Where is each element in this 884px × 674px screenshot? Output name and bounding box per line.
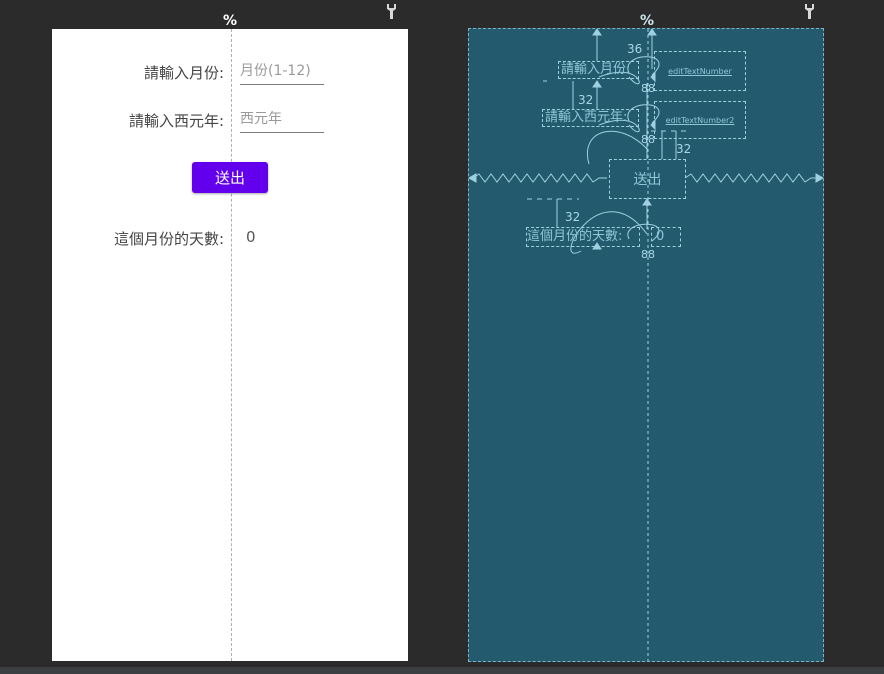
vertical-guideline[interactable] <box>231 29 232 661</box>
margin-label: 36 <box>627 42 643 56</box>
constraint-lines <box>469 29 823 661</box>
month-input[interactable] <box>240 60 324 82</box>
status-strip <box>0 667 884 674</box>
blueprint-percent-guide-icon[interactable]: % <box>640 13 654 29</box>
bias-label: 88 <box>641 133 655 146</box>
submit-button[interactable]: 送出 <box>192 162 268 193</box>
margin-label: 32 <box>578 93 594 107</box>
days-value: 0 <box>246 228 256 246</box>
days-label: 這個月份的天數: <box>113 230 224 248</box>
design-surface: 請輸入月份: 請輸入西元年: 送出 這個月份的天數: 0 <box>52 29 408 661</box>
month-label: 請輸入月份: <box>143 64 224 82</box>
year-label: 請輸入西元年: <box>128 112 224 130</box>
bias-label: 88 <box>641 248 655 261</box>
blueprint-days-label[interactable]: 這個月份的天數: <box>526 227 640 247</box>
blueprint-surface: 請輸入月份: editTextNumber 請輸入西元年: editTextNu… <box>468 28 824 662</box>
blueprint-days-value[interactable]: 0 <box>651 227 681 247</box>
margin-label: 32 <box>565 210 581 224</box>
year-input[interactable] <box>240 108 324 130</box>
month-field[interactable] <box>240 60 324 85</box>
blueprint-submit-button[interactable]: 送出 <box>609 159 686 199</box>
bias-label: 88 <box>641 82 655 95</box>
blueprint-month-field[interactable]: editTextNumber <box>654 51 746 91</box>
blueprint-year-field[interactable]: editTextNumber2 <box>654 101 746 139</box>
blueprint-month-label[interactable]: 請輸入月份: <box>558 61 639 79</box>
blueprint-pin-icon[interactable] <box>804 3 815 20</box>
percent-guide-icon[interactable]: % <box>223 13 237 29</box>
pin-icon[interactable] <box>386 3 397 20</box>
blueprint-year-label[interactable]: 請輸入西元年: <box>542 109 639 127</box>
year-field[interactable] <box>240 108 324 133</box>
margin-label: 32 <box>676 142 692 156</box>
